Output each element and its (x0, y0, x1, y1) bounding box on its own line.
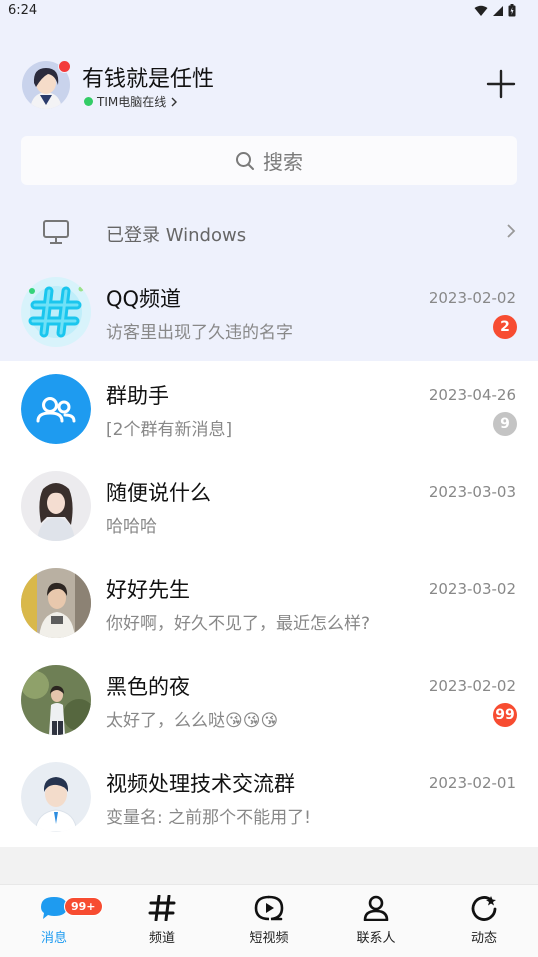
device-login-label: 已登录 Windows (106, 225, 247, 246)
status-icons (474, 4, 516, 17)
chat-last-message: 访客里出现了久违的名字 (106, 323, 293, 343)
notification-dot (58, 60, 71, 73)
tab-short-videos[interactable]: 短视频 (229, 895, 309, 946)
chat-name: 随便说什么 (106, 481, 211, 505)
tab-label: 动态 (470, 931, 497, 946)
chat-date: 2023-02-02 (428, 677, 516, 695)
chat-item[interactable]: 群助手 [2个群有新消息] 2023-04-26 9 (0, 360, 538, 457)
unread-badge: 9 (493, 412, 517, 436)
tab-label: 频道 (148, 931, 175, 946)
search-placeholder: 搜索 (263, 150, 303, 174)
tab-contacts[interactable]: 联系人 (336, 895, 416, 946)
chat-last-message: 太好了，么么哒😘😘😘 (106, 711, 279, 731)
chat-last-message: 哈哈哈 (106, 517, 157, 537)
list-end-spacer (0, 847, 538, 884)
online-status[interactable]: TIM电脑在线 (84, 93, 178, 110)
tab-messages[interactable]: 消息 99+ (14, 895, 103, 946)
chat-date: 2023-03-03 (428, 483, 516, 501)
chat-avatar (21, 374, 91, 444)
chat-item[interactable]: 视频处理技术交流群 变量名: 之前那个不能用了! 2023-02-01 (0, 748, 538, 845)
tab-label: 短视频 (249, 931, 289, 946)
person-icon (363, 895, 389, 922)
chat-avatar (21, 568, 91, 638)
header: 有钱就是任性 TIM电脑在线 (0, 55, 538, 115)
monitor-icon (43, 220, 69, 244)
tab-label: 消息 (40, 931, 67, 946)
video-play-icon (254, 895, 284, 921)
chat-name: QQ频道 (106, 287, 182, 311)
plus-icon[interactable] (486, 69, 516, 99)
unread-badge: 99 (493, 703, 517, 727)
device-login-row[interactable]: 已登录 Windows (0, 205, 538, 261)
chat-name: 好好先生 (106, 578, 190, 602)
chat-list: QQ频道 访客里出现了久违的名字 2023-02-02 2 群助手 [2个群有新… (0, 263, 538, 845)
chat-avatar (21, 665, 91, 735)
search-icon (236, 151, 254, 170)
refresh-star-icon (471, 896, 497, 921)
chat-item[interactable]: 随便说什么 哈哈哈 2023-03-03 (0, 457, 538, 554)
search-input[interactable]: 搜索 (21, 136, 517, 185)
chevron-right-icon (507, 224, 516, 238)
chat-date: 2023-02-02 (428, 289, 516, 307)
online-dot-icon (84, 97, 93, 106)
chat-avatar (21, 277, 91, 347)
chat-item[interactable]: QQ频道 访客里出现了久违的名字 2023-02-02 2 (0, 263, 538, 360)
online-status-label: TIM电脑在线 (97, 95, 167, 109)
signal-icon (493, 5, 503, 16)
chat-last-message: [2个群有新消息] (106, 420, 233, 440)
tab-channels[interactable]: 频道 (122, 894, 202, 946)
chat-name: 群助手 (106, 384, 169, 408)
status-time: 6:24 (8, 3, 38, 18)
chat-avatar (21, 471, 91, 541)
unread-badge: 2 (493, 315, 517, 339)
battery-icon (508, 4, 516, 17)
chat-item[interactable]: 黑色的夜 太好了，么么哒😘😘😘 2023-02-02 99 (0, 651, 538, 748)
chevron-right-icon (171, 97, 178, 106)
wifi-icon (474, 5, 488, 16)
chat-date: 2023-04-26 (428, 386, 516, 404)
chat-avatar (21, 762, 91, 832)
chat-item[interactable]: 好好先生 你好啊，好久不见了，最近怎么样? 2023-03-02 (0, 554, 538, 651)
chat-last-message: 变量名: 之前那个不能用了! (106, 808, 311, 828)
status-bar: 6:24 (0, 0, 538, 24)
chat-date: 2023-02-01 (428, 774, 516, 792)
tab-moments[interactable]: 动态 (444, 895, 524, 946)
chat-last-message: 你好啊，好久不见了，最近怎么样? (106, 614, 371, 634)
hash-icon (148, 894, 176, 922)
chat-date: 2023-03-02 (428, 580, 516, 598)
user-nickname[interactable]: 有钱就是任性 (82, 61, 214, 93)
tab-label: 联系人 (356, 931, 396, 946)
bottom-tab-bar: 消息 99+ 频道 短视频 联系人 动态 (0, 884, 538, 957)
chat-name: 黑色的夜 (106, 675, 190, 699)
chat-name: 视频处理技术交流群 (106, 772, 295, 796)
tab-unread-badge: 99+ (64, 897, 103, 916)
